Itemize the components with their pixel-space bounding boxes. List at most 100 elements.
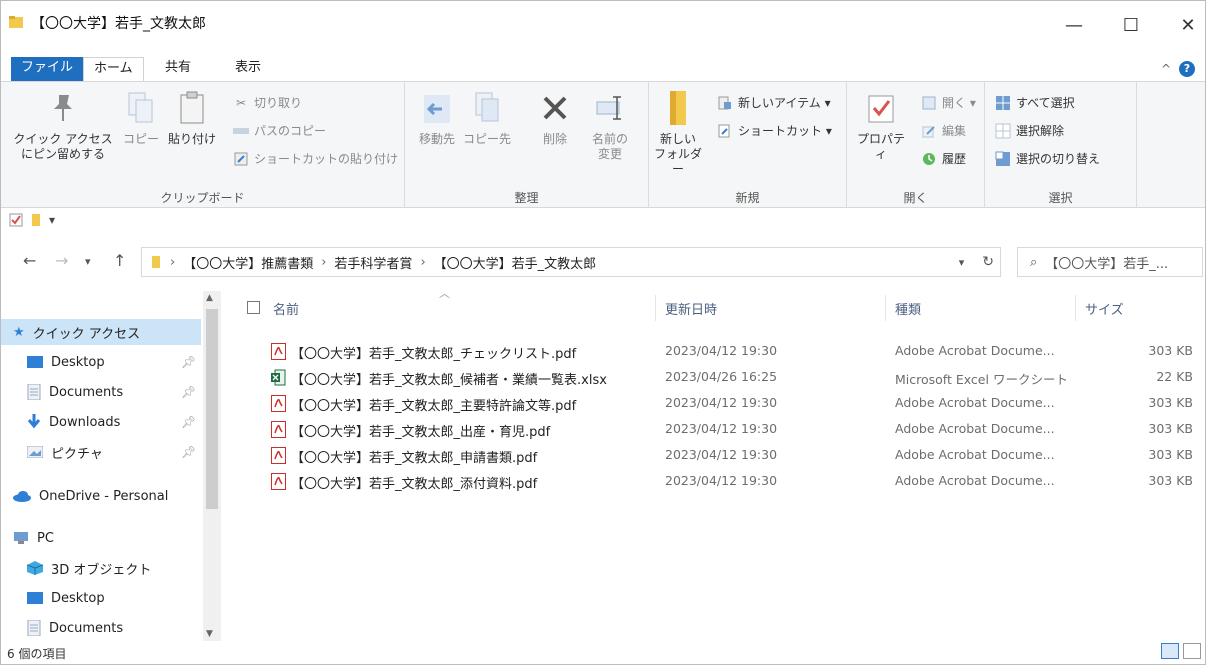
scroll-thumb[interactable] xyxy=(206,309,218,509)
scroll-up-icon[interactable]: ▲ xyxy=(206,293,213,303)
file-name: 【〇〇大学】若手_文教太郎_主要特許論文等.pdf xyxy=(291,399,577,414)
file-row[interactable]: 【〇〇大学】若手_文教太郎_主要特許論文等.pdf 2023/04/12 19:… xyxy=(233,391,1193,417)
nav-quick-access[interactable]: ★ クイック アクセス xyxy=(1,319,201,345)
invert-selection-button[interactable]: 選択の切り替え xyxy=(995,150,1100,167)
forward-arrow-icon[interactable]: → xyxy=(55,251,68,270)
file-row[interactable]: 【〇〇大学】若手_文教太郎_出産・育児.pdf 2023/04/12 19:30… xyxy=(233,417,1193,443)
pin-icon[interactable]: 📌︎ xyxy=(181,415,196,429)
details-view-icon[interactable] xyxy=(1161,643,1179,659)
column-size[interactable]: サイズ xyxy=(1085,299,1124,318)
nav-scrollbar[interactable]: ▲ ▼ xyxy=(203,291,221,641)
rename-button[interactable]: 名前の 変更 xyxy=(585,88,635,162)
column-divider[interactable] xyxy=(655,295,656,321)
nav-documents[interactable]: Documents 📌︎ xyxy=(1,379,196,405)
help-icon[interactable]: ? xyxy=(1179,61,1195,77)
new-item-button[interactable]: 新しいアイテム ▾ xyxy=(717,94,831,111)
tab-view[interactable]: 表示 xyxy=(225,57,271,81)
nav-3d-objects[interactable]: 3D オブジェクト xyxy=(1,555,151,581)
ribbon-controls: ^ ? xyxy=(1161,61,1195,77)
file-row[interactable]: 【〇〇大学】若手_文教太郎_候補者・業績一覧表.xlsx 2023/04/26 … xyxy=(233,365,1193,391)
ribbon-collapse-icon[interactable]: ^ xyxy=(1161,62,1171,76)
title-bar: 【〇〇大学】若手_文教太郎 — ☐ ✕ xyxy=(1,1,1205,55)
file-size: 303 KB xyxy=(1148,395,1193,410)
folder-small-icon[interactable] xyxy=(29,213,43,227)
select-none-button[interactable]: 選択解除 xyxy=(995,122,1064,139)
nav-pc[interactable]: PC xyxy=(1,525,54,551)
column-divider[interactable] xyxy=(1075,295,1076,321)
file-name: 【〇〇大学】若手_文教太郎_候補者・業績一覧表.xlsx xyxy=(291,373,607,388)
edit-button[interactable]: 編集 xyxy=(921,122,966,139)
maximize-button[interactable]: ☐ xyxy=(1116,11,1146,39)
paste-shortcut-button[interactable]: ショートカットの貼り付け xyxy=(233,150,398,167)
nav-desktop[interactable]: Desktop 📌︎ xyxy=(1,349,196,375)
address-dropdown-icon[interactable]: ▾ xyxy=(959,256,965,270)
delete-button[interactable]: 削除 xyxy=(535,88,575,147)
up-arrow-icon[interactable]: ↑ xyxy=(113,251,126,270)
scroll-down-icon[interactable]: ▼ xyxy=(206,629,213,639)
properties-button[interactable]: プロパティ xyxy=(853,88,909,162)
move-to-button[interactable]: 移動先 xyxy=(413,88,461,147)
file-date: 2023/04/12 19:30 xyxy=(665,343,778,358)
clipboard-group: クイック アクセス にピン留めする コピー 貼り付け ✂切り取り パスのコピー xyxy=(1,82,405,208)
back-arrow-icon[interactable]: ← xyxy=(23,251,36,270)
breadcrumb-3[interactable]: 【〇〇大学】若手_文教太郎 xyxy=(434,253,597,272)
breadcrumb-2[interactable]: 若手科学者賞 xyxy=(334,253,412,272)
column-name[interactable]: 名前 xyxy=(273,299,299,318)
select-group-label: 選択 xyxy=(1048,191,1073,205)
search-input[interactable]: ⌕ 【〇〇大学】若手_... xyxy=(1017,247,1203,277)
tab-home[interactable]: ホーム xyxy=(83,57,144,82)
properties-small-icon[interactable] xyxy=(9,213,23,227)
select-all-button[interactable]: すべて選択 xyxy=(995,94,1075,111)
nav-pictures[interactable]: ピクチャ 📌︎ xyxy=(1,439,196,465)
file-type: Adobe Acrobat Docume... xyxy=(895,421,1055,436)
pin-quick-access-button[interactable]: クイック アクセス にピン留めする xyxy=(7,88,119,162)
shortcut-icon xyxy=(717,123,733,139)
pdf-file-icon xyxy=(271,343,286,360)
open-button[interactable]: 開く ▾ xyxy=(921,94,976,111)
select-all-icon xyxy=(995,95,1011,111)
file-row[interactable]: 【〇〇大学】若手_文教太郎_添付資料.pdf 2023/04/12 19:30 … xyxy=(233,469,1193,495)
properties-check-icon xyxy=(863,88,899,128)
cut-button[interactable]: ✂ 切り取り xyxy=(233,94,302,111)
copy-to-button[interactable]: コピー先 xyxy=(463,88,511,147)
organize-group-label: 整理 xyxy=(514,191,539,205)
tab-share[interactable]: 共有 xyxy=(155,57,201,81)
file-size: 22 KB xyxy=(1156,369,1193,384)
folder-icon xyxy=(152,256,160,268)
address-bar[interactable]: › 【〇〇大学】推薦書類 › 若手科学者賞 › 【〇〇大学】若手_文教太郎 ▾ … xyxy=(141,247,1001,277)
new-shortcut-button[interactable]: ショートカット ▾ xyxy=(717,122,832,139)
large-icons-view-icon[interactable] xyxy=(1183,643,1201,659)
new-folder-icon xyxy=(660,88,696,128)
close-button[interactable]: ✕ xyxy=(1173,11,1203,39)
new-folder-button[interactable]: 新しい フォルダー xyxy=(653,88,703,177)
column-date[interactable]: 更新日時 xyxy=(665,299,717,318)
column-divider[interactable] xyxy=(885,295,886,321)
copy-path-button[interactable]: パスのコピー xyxy=(233,122,326,139)
file-type: Adobe Acrobat Docume... xyxy=(895,395,1055,410)
breadcrumb-1[interactable]: 【〇〇大学】推薦書類 xyxy=(183,253,313,272)
select-all-checkbox[interactable] xyxy=(247,301,260,314)
paste-button[interactable]: 貼り付け xyxy=(167,88,217,147)
nav-downloads[interactable]: Downloads 📌︎ xyxy=(1,409,196,435)
file-row[interactable]: 【〇〇大学】若手_文教太郎_チェックリスト.pdf 2023/04/12 19:… xyxy=(233,339,1193,365)
pin-icon[interactable]: 📌︎ xyxy=(181,355,196,369)
tab-file[interactable]: ファイル xyxy=(11,57,84,81)
recent-chevron-icon[interactable]: ▾ xyxy=(85,255,91,268)
copy-button[interactable]: コピー xyxy=(119,88,163,147)
refresh-icon[interactable]: ↻ xyxy=(982,254,994,270)
pin-icon[interactable]: 📌︎ xyxy=(181,385,196,399)
excel-file-icon xyxy=(271,369,286,386)
minimize-button[interactable]: — xyxy=(1059,11,1089,39)
organize-group: 移動先 コピー先 削除 名前の 変更 整理 xyxy=(405,82,649,208)
scissors-icon: ✂ xyxy=(235,95,247,110)
pin-icon[interactable]: 📌︎ xyxy=(181,445,196,459)
nav-documents-pc[interactable]: Documents xyxy=(1,615,123,641)
history-button[interactable]: 履歴 xyxy=(921,150,966,167)
column-type[interactable]: 種類 xyxy=(895,299,921,318)
invert-selection-icon xyxy=(995,151,1011,167)
nav-desktop-pc[interactable]: Desktop xyxy=(1,585,105,611)
qat-dropdown-icon[interactable]: ▾ xyxy=(49,213,55,227)
nav-onedrive[interactable]: OneDrive - Personal xyxy=(1,483,168,509)
window-title: 【〇〇大学】若手_文教太郎 xyxy=(31,16,206,32)
file-row[interactable]: 【〇〇大学】若手_文教太郎_申請書類.pdf 2023/04/12 19:30 … xyxy=(233,443,1193,469)
